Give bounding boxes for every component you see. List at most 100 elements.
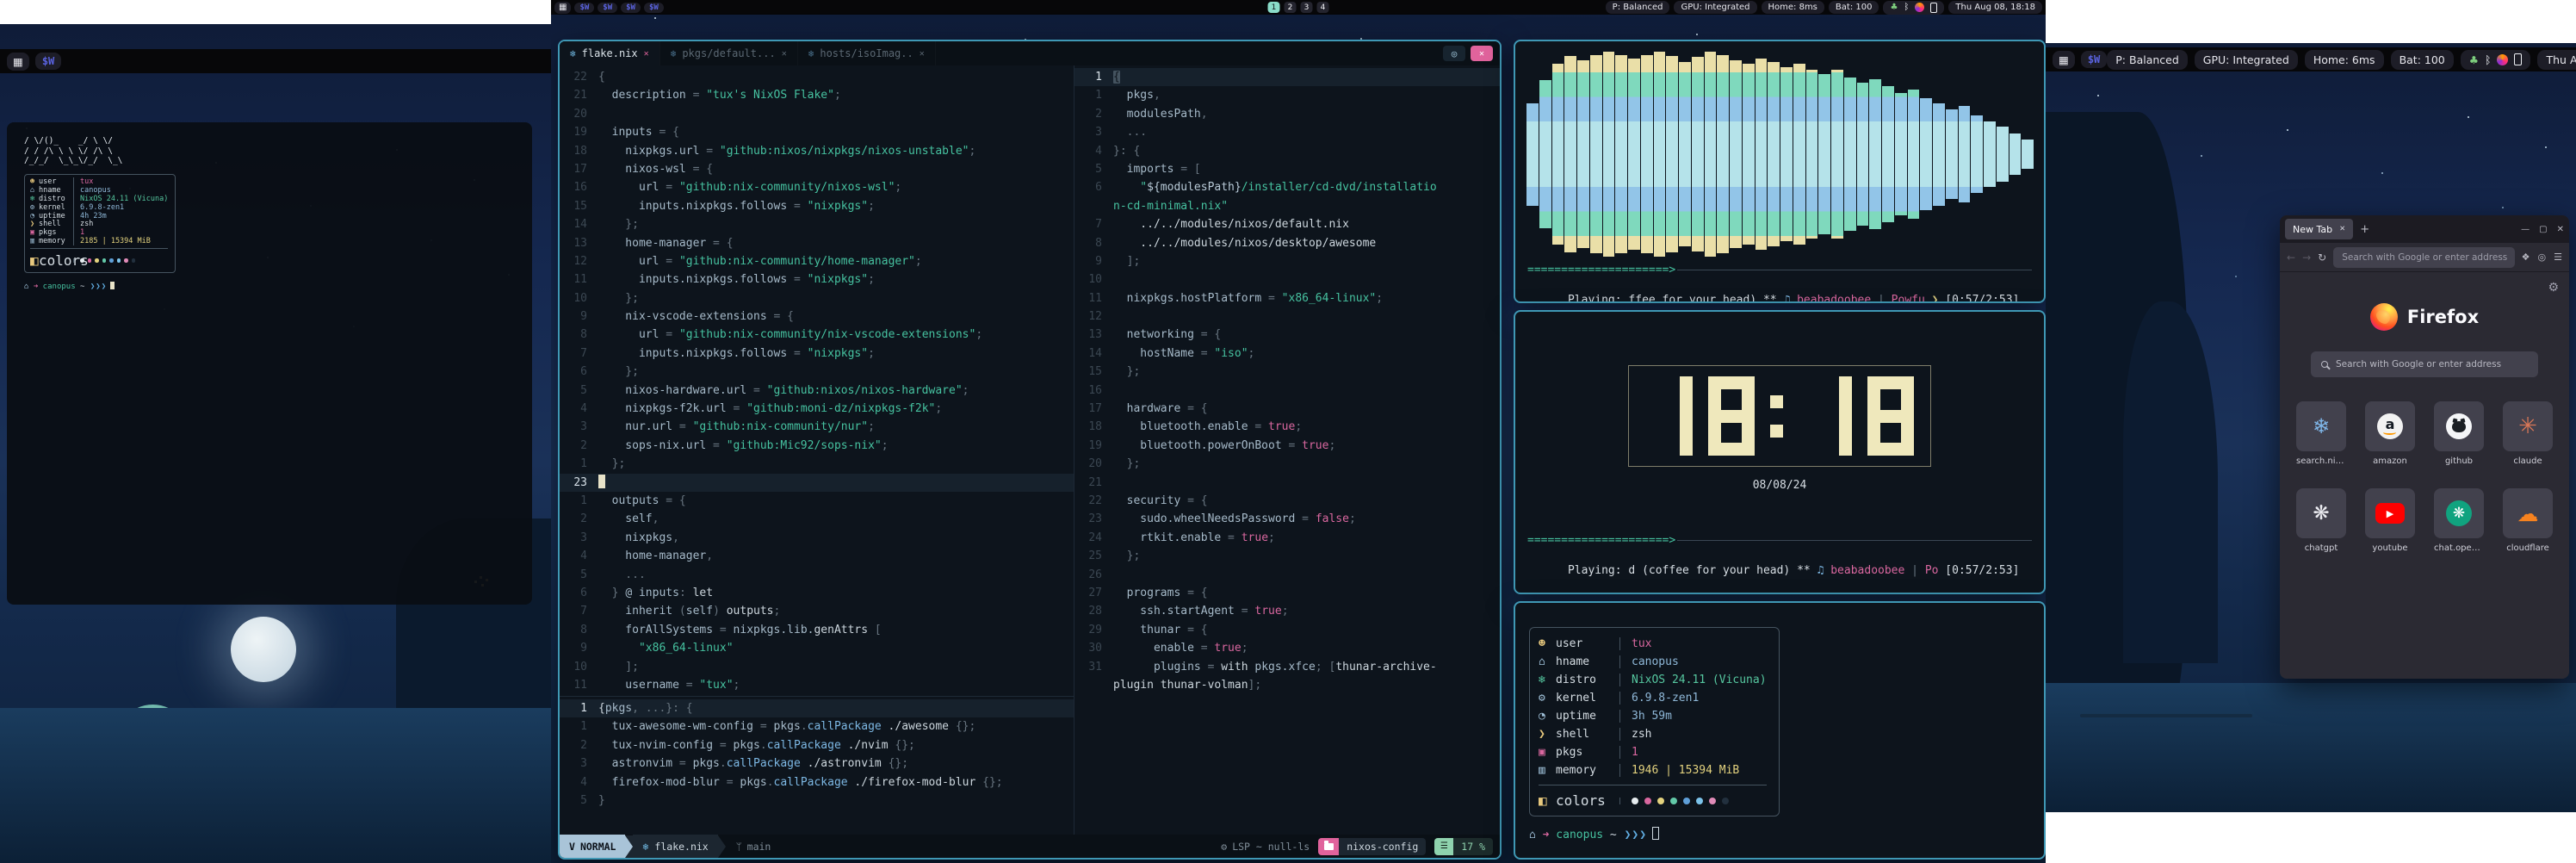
firefox-window[interactable]: New Tab✕ + — ▢ ✕ ← → ↻ Search with Google … [2280,215,2569,679]
window-button[interactable]: $W [598,3,617,13]
code-text: pkgs, [1113,86,1161,104]
terminal-window[interactable]: / \/()_ _/ \ \/ / / /\ \ \ \/ /\ \ /_/_/… [7,122,532,605]
clock-module[interactable]: Thu Aug 08, 18:18 [1948,1,2042,14]
clock-window[interactable]: 08/08/24 =====================> Playing:… [1514,310,2046,594]
window-button[interactable]: $W [644,3,664,13]
account-icon[interactable]: ◎ [2538,251,2547,263]
app-launcher-button[interactable]: ▦ [2053,51,2075,69]
tab-close-icon[interactable]: ✕ [644,49,649,59]
back-button[interactable]: ← [2287,251,2295,264]
shortcut-tile-cloudflare[interactable]: ☁cloudflare [2503,488,2553,553]
shell-icon: ❯ [1539,728,1556,741]
phone-tray-icon[interactable] [1930,3,1937,13]
buffer-close-button[interactable]: ✕ [1471,46,1493,61]
menu-icon[interactable]: ☰ [2554,251,2562,263]
color-dot [1644,798,1651,804]
shortcut-label: youtube [2365,543,2415,553]
shortcut-tile-github[interactable]: github [2434,401,2484,466]
kernel-icon: ⚙ [1539,692,1556,705]
code-text: nixpkgs.hostPlatform = "x86_64-linux"; [1113,289,1383,307]
fetch-row: ▣pkgs1 [30,228,168,237]
reload-button[interactable]: ↻ [2318,251,2326,264]
shortcut-tile-chatgpt[interactable]: ❋chatgpt [2296,488,2346,553]
tab-label: flake.nix [582,47,638,59]
phone-tray-icon[interactable] [2514,53,2522,65]
firefox-logo [2370,303,2398,331]
extensions-icon[interactable]: ❖ [2522,251,2530,263]
line-number: 22 [560,68,587,86]
prompt-path: ~ [1603,829,1617,841]
vpn-tray-icon[interactable]: ♣ [2469,53,2479,66]
color-wheel-tray-icon[interactable] [1915,3,1924,12]
shortcut-tile-amazon[interactable]: aamazon [2365,401,2415,466]
workspace-button-2[interactable]: 2 [1285,2,1297,13]
code-text: plugins = with pkgs.xfce; [thunar-archiv… [1113,658,1437,676]
editor-pane-right[interactable]: 1{1 pkgs,2 modulesPath,3 ...4}: {5 impor… [1074,65,1500,835]
editor-tab[interactable]: ❄hosts/isoImag..✕ [798,41,936,65]
view-toggle-button[interactable]: ◎ [1443,46,1465,61]
app-launcher-button[interactable]: ▦ [7,53,29,71]
gear-icon[interactable]: ⚙ [2548,281,2559,295]
cava-bar [1919,52,1932,257]
new-tab-button[interactable]: + [2360,223,2369,236]
code-text: hardware = { [1113,400,1208,418]
editor-pane-left[interactable]: 22{21 description = "tux's NixOS Flake";… [560,65,1074,835]
code-text: ../../modules/nixos/desktop/awesome [1113,234,1376,252]
fetch-label: user [39,177,70,186]
shortcut-tile-search.nixos[interactable]: ❄search.nixos [2296,401,2346,466]
tab-close-icon[interactable]: ✕ [920,49,925,59]
color-wheel-tray-icon[interactable] [2497,54,2508,65]
line-number: 25 [1074,547,1102,565]
browser-tab[interactable]: New Tab✕ [2285,219,2353,239]
shortcut-tile-youtube[interactable]: ▶youtube [2365,488,2415,553]
fetch-row: ☻usertux [30,178,168,187]
clock-module[interactable]: Thu Aug 08, 18:39 [2537,50,2576,70]
fetch-label: pkgs [39,228,70,237]
fetch-row: ◔uptime4h 23m [30,212,168,220]
ping-module: Home: 6ms [2305,50,2384,70]
code-text: home-manager, [598,547,713,565]
workspace-button-4[interactable]: 4 [1317,2,1329,13]
window-button[interactable]: $W [35,53,61,70]
minimize-button[interactable]: — [2521,225,2530,234]
search-input[interactable]: Search with Google or enter address [2311,351,2538,377]
maximize-button[interactable]: ▢ [2539,225,2547,234]
forward-button[interactable]: → [2302,251,2311,264]
app-launcher-button[interactable]: ▦ [554,2,571,14]
window-button[interactable]: $W [621,3,641,13]
editor-window[interactable]: ❄flake.nix✕❄pkgs/default...✕❄hosts/isoIm… [558,40,1502,860]
code-line: 27 programs = { [1074,584,1500,602]
window-button[interactable]: $W [574,3,594,13]
line-number: 20 [560,105,587,123]
code-line: 6 }; [560,363,1074,381]
editor-tab[interactable]: ❄flake.nix✕ [560,41,660,65]
line-number: 10 [560,658,587,676]
fetch-value: 4h 23m [73,212,107,220]
vpn-tray-icon[interactable]: ♣ [1890,3,1898,12]
cava-visualizer [1526,52,2034,257]
url-bar[interactable]: Search with Google or enter address [2333,247,2514,268]
visualizer-window[interactable]: =====================> Playing: ffee for… [1514,40,2046,303]
line-number: 3 [1074,123,1102,141]
status-bar-right: ▦ $W P: Balanced GPU: Integrated Home: 6… [2046,47,2576,71]
bluetooth-tray-icon[interactable]: ᛒ [2485,53,2492,66]
code-text: imports = [ [1113,160,1201,178]
workspace-button-1[interactable]: 1 [1268,2,1280,13]
line-number: 5 [560,566,587,584]
window-button[interactable]: $W [2081,51,2107,68]
editor-tab[interactable]: ❄pkgs/default...✕ [660,41,798,65]
tab-close-icon[interactable]: ✕ [2339,225,2345,233]
code-text: outputs = { [598,492,686,510]
line-number: 1 [1074,68,1102,86]
close-button[interactable]: ✕ [2557,225,2564,234]
bluetooth-tray-icon[interactable]: ᛒ [1904,3,1909,12]
line-number: 17 [1074,400,1102,418]
code-line: 4}: { [1074,142,1500,160]
shortcut-tile-claude[interactable]: ✳claude [2503,401,2553,466]
tab-close-icon[interactable]: ✕ [782,49,787,59]
workspace-button-3[interactable]: 3 [1301,2,1313,13]
shortcut-tile-chat.openai[interactable]: ❋chat.openai [2434,488,2484,553]
fetch-terminal-window[interactable]: ☻usertux⌂hnamecanopus❄distroNixOS 24.11 … [1514,601,2046,860]
firefox-wordmark: Firefox [2407,307,2479,327]
line-number [1074,197,1102,215]
